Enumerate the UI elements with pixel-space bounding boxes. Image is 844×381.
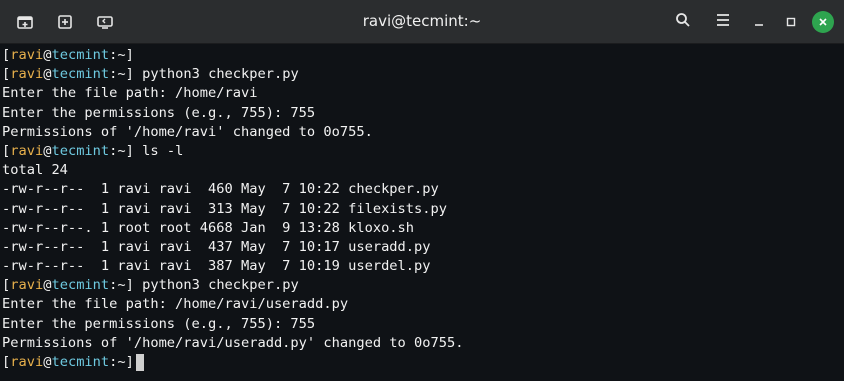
menu-button[interactable] [708, 8, 738, 36]
output-line: total 24 [2, 162, 68, 179]
title-bar: ravi@tecmint:~ [0, 0, 844, 44]
output-line: Enter the file path: /home/ravi [2, 85, 258, 102]
command-text: ls -l [142, 142, 184, 159]
output-line: -rw-r--r-- 1 ravi ravi 313 May 7 10:22 f… [2, 200, 447, 217]
minimize-icon [753, 13, 765, 32]
menu-icon [715, 12, 731, 32]
prompt-line: [ravi@tecmint:~] python3 checkper.py [2, 277, 299, 294]
titlebar-right-actions [668, 8, 834, 36]
terminal-output[interactable]: [ravi@tecmint:~] [ravi@tecmint:~] python… [0, 44, 844, 381]
output-line: Enter the permissions (e.g., 755): 755 [2, 104, 316, 121]
command-text: python3 checkper.py [142, 66, 299, 83]
output-line: -rw-r--r-- 1 ravi ravi 460 May 7 10:22 c… [2, 181, 439, 198]
output-line: Enter the file path: /home/ravi/useradd.… [2, 296, 349, 313]
close-button[interactable] [812, 11, 834, 33]
output-line: Enter the permissions (e.g., 755): 755 [2, 315, 316, 332]
output-line: Permissions of '/home/ravi/useradd.py' c… [2, 334, 464, 351]
maximize-icon [785, 13, 797, 32]
output-line: -rw-r--r-- 1 ravi ravi 437 May 7 10:17 u… [2, 238, 431, 255]
terminal-window: ravi@tecmint:~ [ravi@tecmint:~] [ravi@te… [0, 0, 844, 381]
output-line: Permissions of '/home/ravi' changed to 0… [2, 123, 373, 140]
output-line: -rw-r--r-- 1 ravi ravi 387 May 7 10:19 u… [2, 258, 431, 275]
minimize-button[interactable] [748, 11, 770, 33]
prompt-line: [ravi@tecmint:~] [2, 47, 134, 63]
command-text: python3 checkper.py [142, 277, 299, 294]
search-icon [675, 12, 691, 32]
prompt-line: [ravi@tecmint:~] python3 checkper.py [2, 66, 299, 83]
prompt-line: [ravi@tecmint:~] [2, 353, 842, 372]
maximize-button[interactable] [780, 11, 802, 33]
close-icon [817, 13, 829, 32]
text-cursor [135, 353, 144, 371]
output-line: -rw-r--r--. 1 root root 4668 Jan 9 13:28… [2, 219, 415, 236]
search-button[interactable] [668, 8, 698, 36]
prompt-line: [ravi@tecmint:~] ls -l [2, 142, 184, 159]
